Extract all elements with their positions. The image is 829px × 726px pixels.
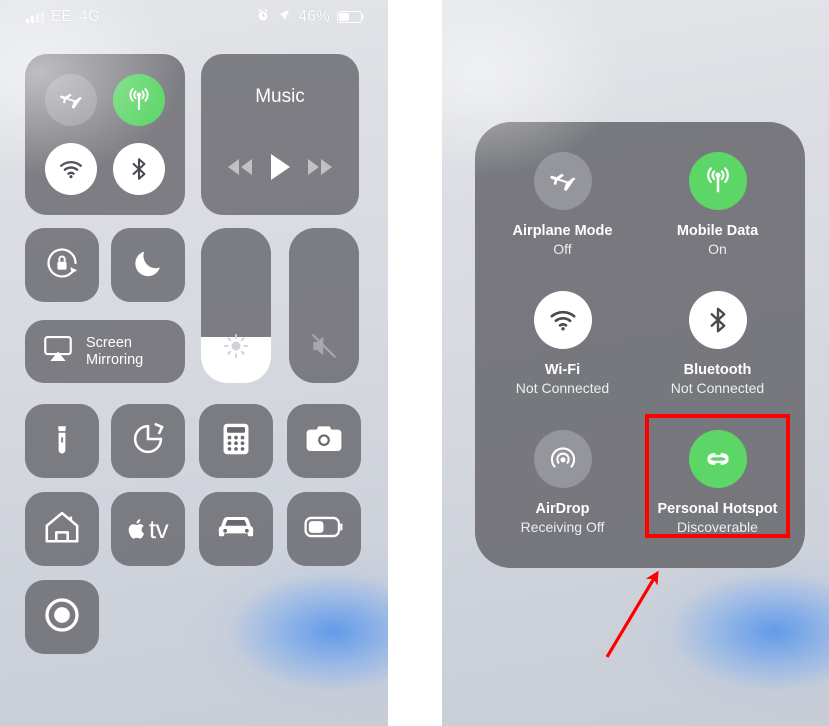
connectivity-module[interactable] bbox=[25, 54, 185, 215]
screen-mirroring-button[interactable]: Screen Mirroring bbox=[25, 320, 185, 383]
play-icon bbox=[267, 152, 293, 187]
airplane-mode-toggle[interactable] bbox=[45, 74, 97, 127]
flashlight-icon bbox=[45, 422, 79, 461]
personal-hotspot-icon bbox=[702, 443, 734, 475]
location-arrow-icon bbox=[277, 8, 291, 27]
expanded-item-name: Airplane Mode bbox=[512, 223, 613, 240]
cellular-antenna-icon bbox=[702, 165, 734, 197]
expanded-connectivity-module[interactable]: Airplane Mode Off Mobile Data On Wi-Fi N… bbox=[475, 122, 805, 568]
brightness-slider[interactable] bbox=[201, 228, 271, 383]
car-icon bbox=[216, 513, 256, 546]
music-title: Music bbox=[255, 86, 305, 107]
status-bar: EE 4G 46% bbox=[0, 0, 388, 34]
bluetooth-toggle-expanded[interactable] bbox=[688, 290, 747, 349]
screen-mirroring-label: Screen Mirroring bbox=[86, 334, 144, 368]
personal-hotspot-toggle-expanded[interactable] bbox=[688, 429, 747, 488]
wifi-icon bbox=[57, 155, 85, 183]
brightness-icon bbox=[201, 331, 271, 361]
fast-forward-button[interactable] bbox=[305, 156, 335, 183]
airdrop-icon bbox=[547, 443, 579, 475]
apple-tv-remote-button[interactable]: tv bbox=[111, 492, 185, 566]
airplane-mode-toggle-expanded[interactable] bbox=[533, 152, 592, 211]
wifi-toggle[interactable] bbox=[45, 142, 97, 195]
camera-icon bbox=[305, 424, 343, 459]
do-not-disturb-toggle[interactable] bbox=[111, 228, 185, 302]
expanded-item-status: On bbox=[708, 241, 727, 258]
expanded-airplane-mode[interactable]: Airplane Mode Off bbox=[485, 136, 640, 275]
screenshot-stage: EE 4G 46% Music Screen Mirroring tv Airp… bbox=[0, 0, 829, 726]
expanded-item-name: Personal Hotspot bbox=[657, 500, 778, 517]
camera-button[interactable] bbox=[287, 404, 361, 478]
expanded-item-name: Mobile Data bbox=[676, 223, 759, 240]
status-bar-left: EE 4G bbox=[26, 8, 100, 26]
expanded-item-name: AirDrop bbox=[535, 500, 590, 517]
expanded-airdrop[interactable]: AirDrop Receiving Off bbox=[485, 413, 640, 552]
expanded-bluetooth[interactable]: Bluetooth Not Connected bbox=[640, 275, 795, 414]
rotation-lock-icon bbox=[43, 244, 81, 287]
bluetooth-icon bbox=[703, 305, 733, 335]
bluetooth-icon bbox=[126, 156, 152, 182]
expanded-item-status: Not Connected bbox=[515, 379, 610, 396]
battery-tile-icon bbox=[304, 515, 344, 544]
alarm-clock-icon bbox=[256, 8, 270, 27]
expanded-item-status: Discoverable bbox=[677, 518, 758, 535]
music-module[interactable]: Music bbox=[201, 54, 359, 215]
airdrop-toggle-expanded[interactable] bbox=[533, 429, 592, 488]
battery-percent-label: 46% bbox=[298, 8, 330, 25]
wifi-toggle-expanded[interactable] bbox=[533, 290, 592, 349]
volume-muted-icon bbox=[289, 331, 359, 361]
screen-record-icon bbox=[42, 595, 82, 640]
calculator-icon bbox=[221, 422, 251, 461]
timer-button[interactable] bbox=[111, 404, 185, 478]
rewind-button[interactable] bbox=[225, 156, 255, 183]
airplay-icon bbox=[42, 335, 74, 368]
network-type-label: 4G bbox=[79, 8, 101, 25]
carplay-button[interactable] bbox=[199, 492, 273, 566]
rotation-lock-toggle[interactable] bbox=[25, 228, 99, 302]
control-center-collapsed-panel: EE 4G 46% Music Screen Mirroring tv bbox=[0, 0, 388, 726]
airplane-icon bbox=[548, 166, 578, 196]
mobile-data-toggle-expanded[interactable] bbox=[688, 152, 747, 211]
expanded-wifi[interactable]: Wi-Fi Not Connected bbox=[485, 275, 640, 414]
expanded-item-status: Not Connected bbox=[670, 379, 765, 396]
expanded-item-status: Off bbox=[553, 241, 572, 258]
airplane-icon bbox=[58, 87, 84, 113]
carrier-label: EE bbox=[51, 8, 73, 25]
home-button[interactable] bbox=[25, 492, 99, 566]
expanded-item-name: Wi-Fi bbox=[544, 361, 581, 378]
battery-icon bbox=[337, 11, 365, 23]
screen-recording-button[interactable] bbox=[25, 580, 99, 654]
cellular-antenna-icon bbox=[125, 86, 153, 114]
home-icon bbox=[43, 509, 81, 550]
mobile-data-toggle[interactable] bbox=[113, 74, 165, 127]
expanded-item-status: Receiving Off bbox=[520, 518, 605, 535]
play-button[interactable] bbox=[267, 152, 293, 187]
expanded-personal-hotspot[interactable]: Personal Hotspot Discoverable bbox=[640, 413, 795, 552]
control-center-expanded-panel: Airplane Mode Off Mobile Data On Wi-Fi N… bbox=[442, 0, 829, 726]
flashlight-button[interactable] bbox=[25, 404, 99, 478]
rewind-icon bbox=[225, 156, 255, 183]
fast-forward-icon bbox=[305, 156, 335, 183]
apple-tv-icon: tv bbox=[128, 513, 169, 545]
volume-slider[interactable] bbox=[289, 228, 359, 383]
wifi-icon bbox=[547, 304, 579, 336]
apple-tv-label: tv bbox=[148, 513, 169, 544]
status-bar-right: 46% bbox=[256, 8, 365, 27]
timer-icon bbox=[130, 421, 166, 462]
signal-bars-icon bbox=[26, 11, 44, 23]
bluetooth-toggle[interactable] bbox=[113, 142, 165, 195]
expanded-item-name: Bluetooth bbox=[683, 361, 752, 378]
calculator-button[interactable] bbox=[199, 404, 273, 478]
expanded-mobile-data[interactable]: Mobile Data On bbox=[640, 136, 795, 275]
low-power-mode-button[interactable] bbox=[287, 492, 361, 566]
moon-icon bbox=[131, 246, 165, 285]
